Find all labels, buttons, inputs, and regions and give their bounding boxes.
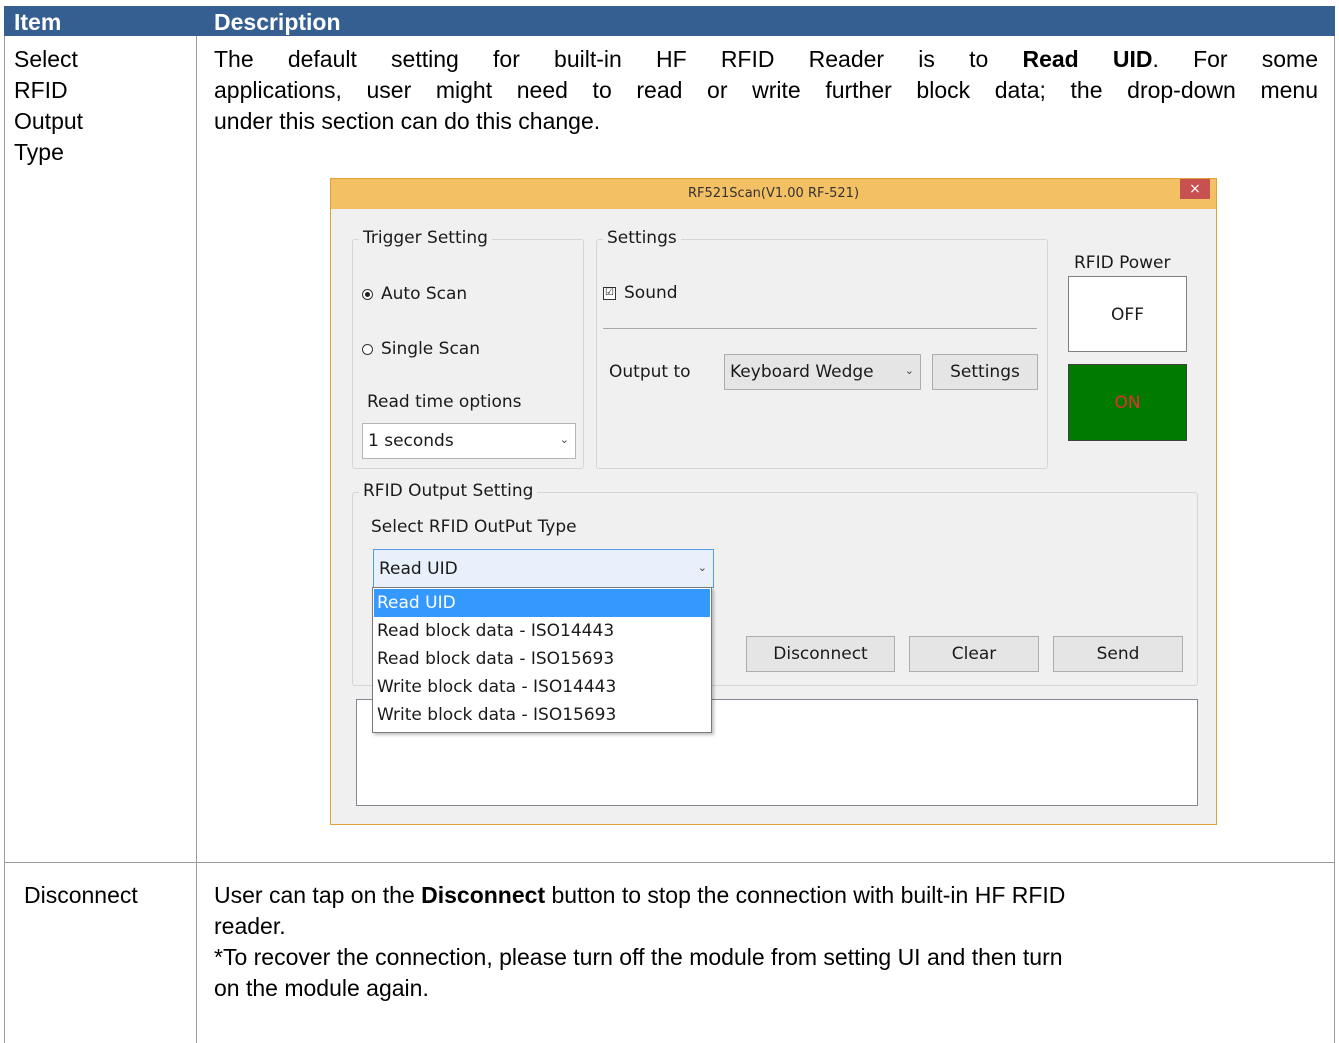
read-time-label: Read time options (367, 392, 522, 412)
rfid-power-label: RFID Power (1074, 253, 1171, 273)
sound-checkbox[interactable]: ☑ Sound (603, 283, 678, 303)
row1-desc-bold: Read UID (1022, 46, 1153, 72)
chevron-down-icon: ⌄ (904, 364, 914, 377)
auto-scan-label: Auto Scan (381, 284, 468, 304)
disconnect-button[interactable]: Disconnect (746, 636, 895, 672)
row2-description: User can tap on the Disconnect button to… (214, 880, 1318, 1004)
radio-unselected-icon (362, 343, 373, 355)
app-window: RF521Scan(V1.00 RF-521) × Trigger Settin… (330, 178, 1217, 825)
settings-button[interactable]: Settings (932, 354, 1038, 390)
settings-label: Settings (603, 228, 681, 248)
chevron-down-icon: ⌄ (559, 433, 569, 446)
auto-scan-radio[interactable]: Auto Scan (362, 284, 467, 304)
trigger-setting-label: Trigger Setting (359, 228, 492, 248)
row2-desc-line3: *To recover the connection, please turn … (214, 944, 1063, 970)
row2-desc-line4: on the module again. (214, 975, 429, 1001)
table-right-border (1334, 36, 1335, 1043)
title-bar: RF521Scan(V1.00 RF-521) × (331, 179, 1216, 209)
table-column-divider (196, 36, 197, 1043)
window-title: RF521Scan(V1.00 RF-521) (687, 186, 860, 201)
row1-item-line: RFID (14, 77, 68, 103)
dropdown-option-write-14443[interactable]: Write block data - ISO14443 (374, 673, 710, 701)
power-off-button[interactable]: OFF (1068, 276, 1187, 352)
row2-desc-line2: reader. (214, 913, 286, 939)
settings-separator (603, 328, 1037, 329)
row1-desc-line3: under this section can do this change. (214, 108, 601, 134)
row1-desc-text: The default setting for built-in HF RFID… (214, 46, 1023, 72)
row2-desc-bold: Disconnect (421, 882, 546, 908)
read-time-select[interactable]: 1 seconds ⌄ (362, 423, 576, 459)
rfid-output-label: RFID Output Setting (359, 481, 538, 501)
dropdown-option-read-uid[interactable]: Read UID (374, 589, 710, 617)
single-scan-radio[interactable]: Single Scan (362, 339, 480, 359)
output-to-select[interactable]: Keyboard Wedge ⌄ (724, 354, 921, 390)
output-to-label: Output to (609, 362, 691, 382)
row1-description: The default setting for built-in HF RFID… (214, 44, 1318, 137)
dropdown-option-read-15693[interactable]: Read block data - ISO15693 (374, 645, 710, 673)
power-on-button[interactable]: ON (1068, 364, 1187, 441)
select-output-type-label: Select RFID OutPut Type (371, 517, 577, 537)
row1-item-line: Output (14, 108, 84, 134)
dropdown-option-read-14443[interactable]: Read block data - ISO14443 (374, 617, 710, 645)
trigger-setting-group: Trigger Setting Auto Scan Single Scan Re… (352, 228, 584, 469)
chevron-down-icon: ⌄ (697, 561, 707, 574)
output-type-select[interactable]: Read UID ⌄ (373, 549, 714, 588)
output-to-value: Keyboard Wedge (730, 362, 874, 382)
row2-desc-text: button to stop the connection with built… (545, 882, 1066, 908)
single-scan-label: Single Scan (381, 339, 480, 359)
close-icon: × (1189, 181, 1201, 197)
row1-item-line: Type (14, 139, 64, 165)
table-left-border (4, 36, 5, 1043)
output-type-value: Read UID (379, 559, 458, 579)
check-icon: ☑ (603, 286, 616, 300)
dropdown-option-write-15693[interactable]: Write block data - ISO15693 (374, 701, 710, 729)
row1-desc-text: . For some (1152, 46, 1319, 72)
header-item: Item (14, 9, 62, 35)
row2-item: Disconnect (24, 882, 138, 908)
window-client: Trigger Setting Auto Scan Single Scan Re… (336, 209, 1211, 821)
table-row-divider (4, 862, 1335, 863)
clear-button[interactable]: Clear (909, 636, 1039, 672)
row2-desc-text: User can tap on the (214, 882, 422, 908)
close-button[interactable]: × (1180, 179, 1210, 199)
row1-item: Select RFID Output Type (14, 44, 83, 168)
send-button[interactable]: Send (1053, 636, 1183, 672)
radio-selected-icon (362, 288, 373, 300)
sound-label: Sound (624, 283, 678, 303)
settings-group: Settings ☑ Sound Output to Keyboard Wedge… (596, 228, 1048, 469)
header-description: Description (214, 9, 341, 35)
row1-desc-line2: applications, user might need to read or… (214, 77, 1318, 103)
row1-desc-line1: The default setting for built-in HF RFID… (214, 44, 1318, 75)
output-type-dropdown: Read UID Read block data - ISO14443 Read… (372, 587, 712, 733)
table-header: Item Description (4, 6, 1335, 36)
read-time-value: 1 seconds (368, 431, 454, 451)
row2-desc-line1: User can tap on the Disconnect button to… (214, 880, 1318, 911)
row1-item-line: Select (14, 46, 78, 72)
